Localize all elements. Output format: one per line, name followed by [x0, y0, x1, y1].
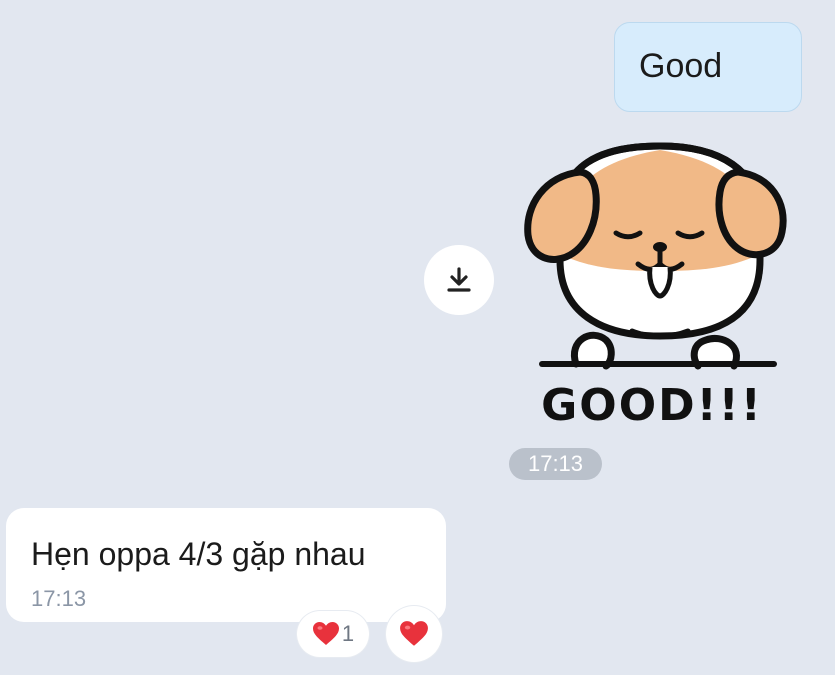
- incoming-message-bubble[interactable]: Hẹn oppa 4/3 gặp nhau 17:13: [6, 508, 446, 622]
- heart-icon: [400, 621, 428, 646]
- outgoing-message-bubble[interactable]: Good: [614, 22, 802, 112]
- sticker-caption: GOOD!!!: [541, 380, 763, 430]
- sticker-timestamp: 17:13: [509, 448, 602, 480]
- reaction-count-number: 1: [341, 621, 355, 646]
- download-button[interactable]: [424, 245, 494, 315]
- heart-reaction-count[interactable]: 1: [297, 611, 369, 657]
- outgoing-message-text: Good: [639, 47, 723, 85]
- good-dog-sticker[interactable]: GOOD!!!: [520, 140, 795, 430]
- heart-react-button[interactable]: [386, 606, 442, 662]
- incoming-message-timestamp: 17:13: [31, 586, 87, 611]
- incoming-message-text: Hẹn oppa 4/3 gặp nhau: [31, 536, 366, 572]
- download-icon: [447, 267, 471, 292]
- heart-icon: [312, 622, 339, 645]
